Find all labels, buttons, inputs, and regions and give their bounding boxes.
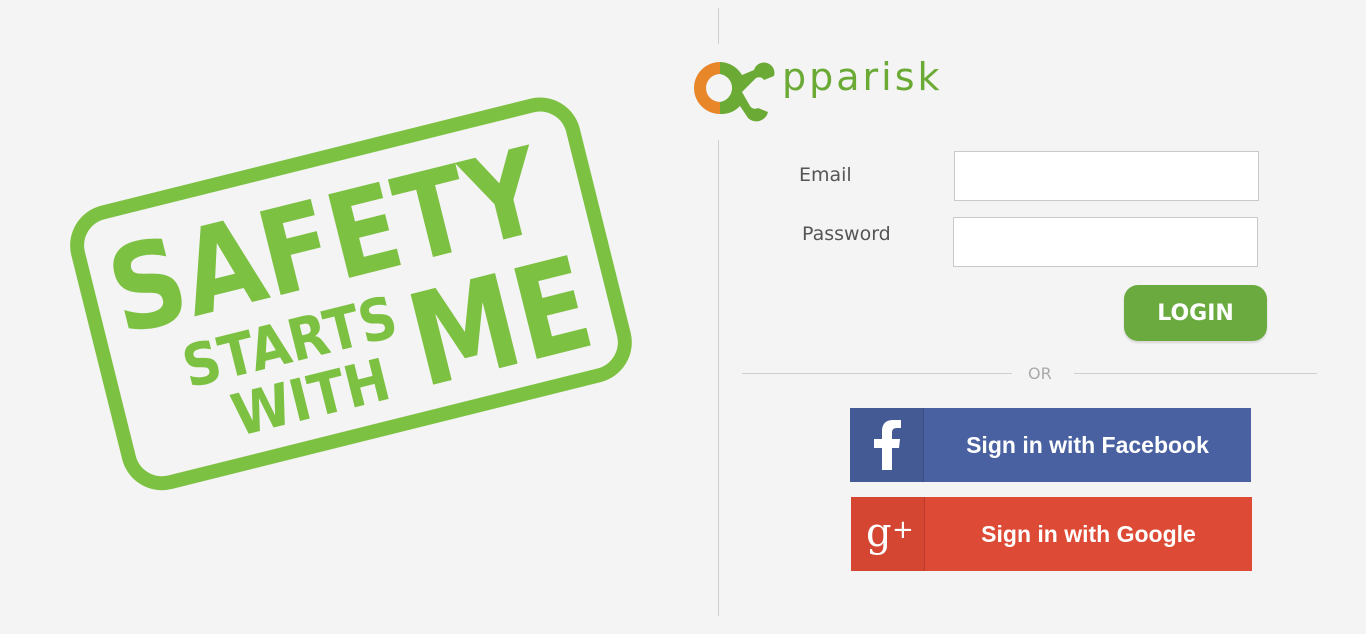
safety-stamp-graphic: SAFETY STARTS WITH ME [0,0,700,634]
facebook-signin-label: Sign in with Facebook [966,431,1209,458]
logo-wordmark: pparisk [782,55,943,99]
google-plus-icon: g + [851,497,925,571]
svg-text:g: g [866,510,892,556]
google-signin-label: Sign in with Google [981,520,1196,547]
vertical-divider-top [718,8,719,44]
email-label: Email [799,164,852,186]
vertical-divider-bottom [718,140,719,616]
email-field[interactable] [954,151,1259,201]
apparisk-logo: pparisk [684,48,974,128]
or-label: OR [1028,364,1052,383]
or-divider-left [742,373,1012,374]
or-divider-right [1074,373,1317,374]
password-label: Password [802,223,891,245]
svg-text:+: + [892,515,914,545]
google-signin-button[interactable]: g + Sign in with Google [851,497,1252,571]
password-field[interactable] [953,217,1258,267]
facebook-signin-button[interactable]: Sign in with Facebook [850,408,1251,482]
login-page: SAFETY STARTS WITH ME pparisk Email Pass… [0,0,1366,634]
login-button[interactable]: LOGIN [1124,285,1267,341]
facebook-icon [850,408,924,482]
